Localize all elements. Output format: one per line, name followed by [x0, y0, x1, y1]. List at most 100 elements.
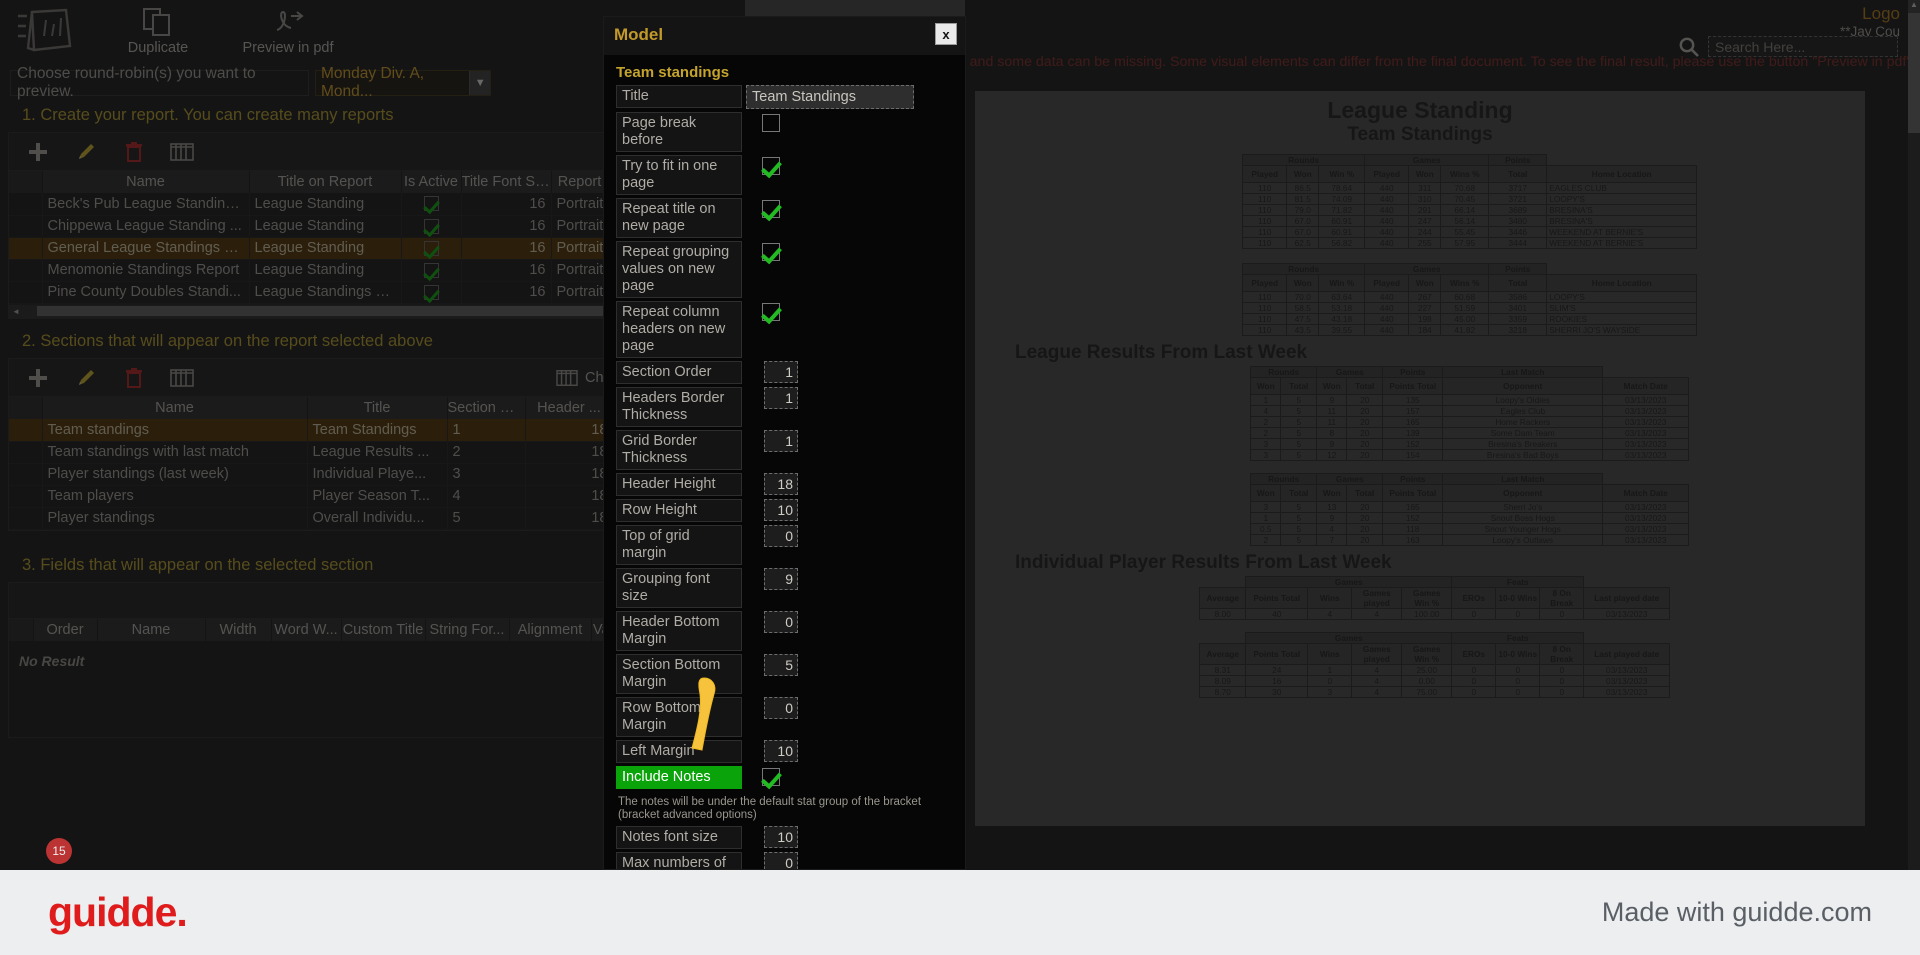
table-cell[interactable]: Chippewa League Standing ...: [42, 215, 250, 238]
column-header[interactable]: Header ...: [525, 397, 614, 419]
table-cell[interactable]: [9, 193, 43, 216]
field-number-input[interactable]: 1: [764, 387, 798, 409]
table-cell[interactable]: [9, 507, 43, 530]
edit-pencil-icon[interactable]: [71, 365, 101, 391]
column-header[interactable]: Custom Title: [341, 619, 426, 641]
column-header[interactable]: Width: [205, 619, 272, 641]
column-header[interactable]: Alignment: [509, 619, 592, 641]
field-number-input[interactable]: 1: [764, 361, 798, 383]
table-cell[interactable]: Individual Playe...: [307, 463, 448, 486]
field-number-input[interactable]: 9: [764, 568, 798, 590]
table-cell[interactable]: 5: [447, 507, 526, 530]
field-number-input[interactable]: 10: [764, 499, 798, 521]
add-icon[interactable]: [23, 139, 53, 165]
table-cell[interactable]: 18: [525, 507, 614, 530]
table-cell[interactable]: Pine County Doubles Standi...: [42, 281, 250, 304]
table-cell[interactable]: 16: [461, 237, 552, 260]
table-cell[interactable]: General League Standings Repc: [42, 237, 250, 260]
table-cell[interactable]: [9, 419, 43, 442]
table-cell[interactable]: Player standings (last week): [42, 463, 308, 486]
field-number-input[interactable]: 0: [764, 697, 798, 719]
column-header[interactable]: Title on Report: [249, 171, 402, 193]
table-cell[interactable]: 16: [461, 281, 552, 304]
table-cell[interactable]: League Standing: [249, 215, 402, 238]
table-cell[interactable]: League Standing: [249, 259, 402, 282]
table-cell[interactable]: [9, 485, 43, 508]
table-cell[interactable]: League Standing: [249, 193, 402, 216]
field-text-input[interactable]: Team Standings: [746, 85, 914, 109]
delete-trash-icon[interactable]: [119, 365, 149, 391]
column-header[interactable]: Title Font Size: [461, 171, 552, 193]
columns-grid-icon[interactable]: [167, 139, 197, 165]
table-cell[interactable]: Player standings: [42, 507, 308, 530]
table-cell[interactable]: Beck's Pub League Standing...: [42, 193, 250, 216]
field-checkbox[interactable]: [762, 303, 780, 321]
preview-vertical-scrollbar[interactable]: ▲: [1908, 0, 1920, 870]
chevron-down-icon[interactable]: ▼: [469, 71, 490, 95]
edit-pencil-icon[interactable]: [71, 139, 101, 165]
table-cell[interactable]: Overall Individu...: [307, 507, 448, 530]
column-header[interactable]: String For...: [425, 619, 510, 641]
is-active-checkbox[interactable]: [401, 281, 462, 304]
field-number-input[interactable]: 0: [764, 611, 798, 633]
table-cell[interactable]: League Results ...: [307, 441, 448, 464]
field-number-input[interactable]: 10: [764, 826, 798, 848]
column-header[interactable]: [9, 619, 34, 641]
field-checkbox[interactable]: [762, 768, 780, 786]
field-number-input[interactable]: 0: [764, 852, 798, 869]
table-cell[interactable]: [9, 281, 43, 304]
is-active-checkbox[interactable]: [401, 215, 462, 238]
field-checkbox[interactable]: [762, 157, 780, 175]
add-icon[interactable]: [23, 365, 53, 391]
table-cell[interactable]: Team players: [42, 485, 308, 508]
column-header[interactable]: Title: [307, 397, 448, 419]
table-cell[interactable]: [9, 441, 43, 464]
table-cell[interactable]: League Standings Re...: [249, 281, 402, 304]
table-cell[interactable]: Player Season T...: [307, 485, 448, 508]
table-cell[interactable]: 18: [525, 419, 614, 442]
table-cell[interactable]: 16: [461, 215, 552, 238]
table-cell[interactable]: [9, 237, 43, 260]
table-cell[interactable]: 18: [525, 441, 614, 464]
column-header[interactable]: Name: [42, 171, 250, 193]
table-cell[interactable]: Team standings: [42, 419, 308, 442]
table-cell[interactable]: 16: [461, 259, 552, 282]
field-number-input[interactable]: 0: [764, 525, 798, 547]
column-header[interactable]: Section Order: [447, 397, 526, 419]
table-cell[interactable]: 18: [525, 463, 614, 486]
is-active-checkbox[interactable]: [401, 193, 462, 216]
table-cell[interactable]: Menomonie Standings Report: [42, 259, 250, 282]
column-header[interactable]: Name: [97, 619, 206, 641]
table-cell[interactable]: 2: [447, 441, 526, 464]
table-cell[interactable]: League Standing: [249, 237, 402, 260]
duplicate-button[interactable]: Duplicate: [110, 6, 206, 56]
column-header[interactable]: Name: [42, 397, 308, 419]
is-active-checkbox[interactable]: [401, 237, 462, 260]
preview-pdf-button[interactable]: Preview in pdf: [240, 6, 336, 56]
column-header[interactable]: [9, 397, 43, 419]
column-header[interactable]: Is Active: [401, 171, 462, 193]
field-number-input[interactable]: 18: [764, 473, 798, 495]
column-header[interactable]: [9, 171, 43, 193]
table-cell[interactable]: Team standings with last match: [42, 441, 308, 464]
table-cell[interactable]: 1: [447, 419, 526, 442]
field-number-input[interactable]: 1: [764, 430, 798, 452]
scroll-left-arrow[interactable]: ◄: [9, 307, 23, 316]
is-active-checkbox[interactable]: [401, 259, 462, 282]
table-cell[interactable]: 3: [447, 463, 526, 486]
model-dialog[interactable]: Model x Team standings Title Team Standin…: [603, 16, 966, 870]
delete-trash-icon[interactable]: [119, 139, 149, 165]
table-cell[interactable]: 16: [461, 193, 552, 216]
field-number-input[interactable]: 10: [764, 740, 798, 762]
round-robin-select[interactable]: Monday Div. A, Mond... ▼: [315, 65, 491, 100]
scroll-up-arrow[interactable]: ▲: [1908, 0, 1920, 13]
column-header[interactable]: Order: [33, 619, 98, 641]
columns-grid-icon[interactable]: [167, 365, 197, 391]
close-icon[interactable]: x: [935, 23, 957, 45]
field-checkbox[interactable]: [762, 200, 780, 218]
table-cell[interactable]: Team Standings: [307, 419, 448, 442]
table-cell[interactable]: 4: [447, 485, 526, 508]
column-header[interactable]: Word W...: [271, 619, 342, 641]
table-cell[interactable]: [9, 463, 43, 486]
table-cell[interactable]: 18: [525, 485, 614, 508]
